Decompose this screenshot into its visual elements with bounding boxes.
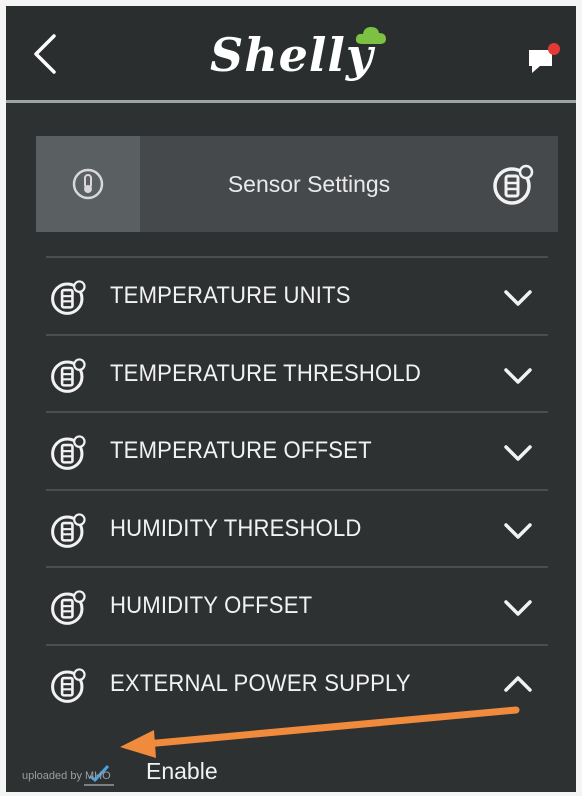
section-row[interactable]: HUMIDITY THRESHOLD xyxy=(46,488,548,567)
sensor-settings-icon[interactable] xyxy=(492,162,536,206)
back-button[interactable] xyxy=(28,32,64,76)
section-label: HUMIDITY OFFSET xyxy=(110,592,313,619)
chevron-down-icon[interactable] xyxy=(502,594,534,620)
section-row[interactable]: TEMPERATURE UNITS xyxy=(46,256,548,334)
thermometer-icon xyxy=(72,168,104,200)
watermark-text: uploaded by MHO xyxy=(22,770,111,782)
section-label: TEMPERATURE THRESHOLD xyxy=(110,359,421,387)
header-divider xyxy=(6,100,576,103)
chat-notification-icon[interactable] xyxy=(526,42,562,76)
chevron-up-icon[interactable] xyxy=(502,672,534,698)
app-header: Shelly xyxy=(6,6,576,100)
sensor-settings-icon xyxy=(51,512,86,548)
chevron-down-icon[interactable] xyxy=(502,517,534,543)
section-label: TEMPERATURE UNITS xyxy=(110,282,351,309)
chevron-down-icon[interactable] xyxy=(502,362,534,388)
chevron-down-icon[interactable] xyxy=(502,439,534,465)
sensor-settings-title: Sensor Settings xyxy=(227,171,391,197)
sensor-settings-bar[interactable]: Sensor Settings xyxy=(36,136,558,232)
section-row[interactable]: TEMPERATURE OFFSET xyxy=(46,411,548,489)
sensor-settings-icon xyxy=(51,357,86,393)
section-label: HUMIDITY THRESHOLD xyxy=(110,514,362,542)
shelly-logo: Shelly xyxy=(206,20,396,90)
sensor-settings-icon xyxy=(51,435,86,470)
chevron-down-icon[interactable] xyxy=(502,284,534,310)
cloud-icon xyxy=(355,27,386,44)
sensor-settings-icon xyxy=(51,667,86,703)
sensor-tab-left[interactable] xyxy=(36,136,140,232)
section-row[interactable]: HUMIDITY OFFSET xyxy=(46,566,548,644)
enable-label: Enable xyxy=(146,758,218,784)
sensor-settings-icon xyxy=(51,280,86,315)
section-label: TEMPERATURE OFFSET xyxy=(110,437,372,464)
annotation-arrow xyxy=(120,706,520,758)
sensor-settings-icon xyxy=(51,590,86,625)
brand-text: Shelly xyxy=(210,28,374,82)
section-row[interactable]: TEMPERATURE THRESHOLD xyxy=(46,333,548,412)
app-screen: Shelly Sensor Settings TEMPERATURE UNITS… xyxy=(6,6,576,792)
